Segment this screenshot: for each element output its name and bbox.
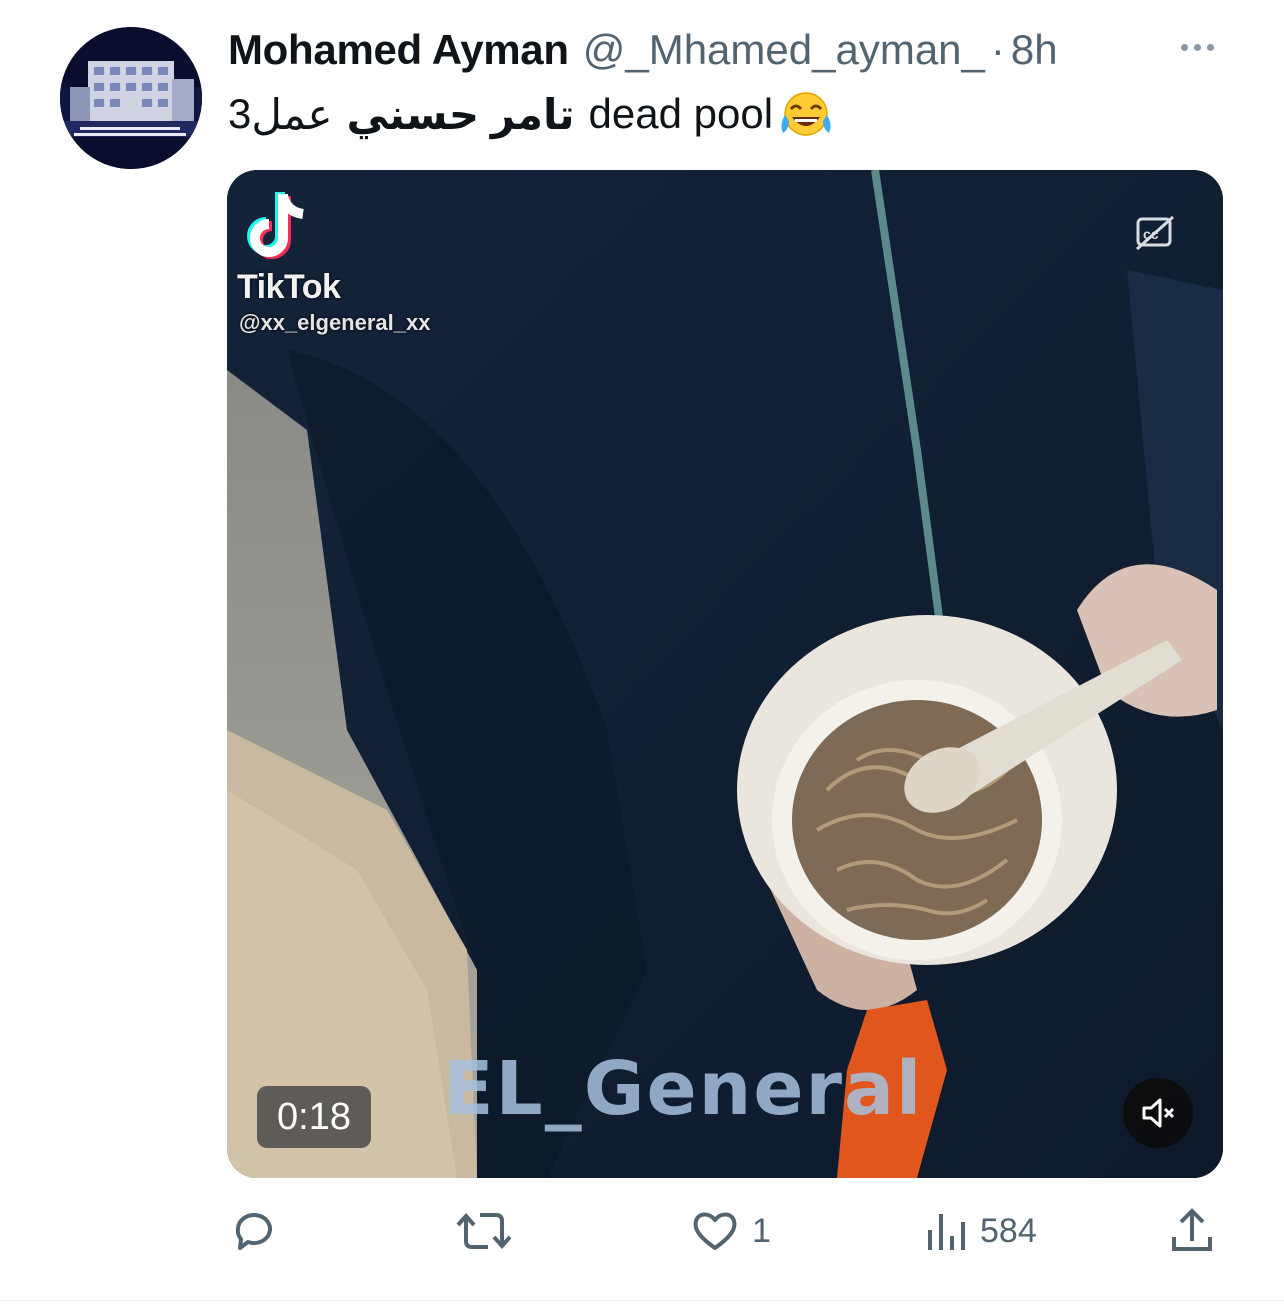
video-watermark: EL_General [443, 1046, 924, 1132]
like-count: 1 [752, 1211, 771, 1250]
views-count: 584 [980, 1211, 1037, 1250]
divider [0, 1300, 1284, 1301]
mute-button[interactable] [1123, 1078, 1193, 1148]
text-arabic-bold: تامر حسني [346, 90, 575, 138]
share-icon [1172, 1208, 1212, 1251]
action-bar: 1 584 [0, 1196, 1284, 1266]
more-button[interactable] [1172, 32, 1222, 62]
more-icon-dot [1193, 43, 1201, 51]
video-duration: 0:18 [257, 1086, 371, 1148]
tiktok-username: @xx_elgeneral_xx [239, 310, 431, 335]
reply-icon [235, 1213, 272, 1250]
mute-icon [1142, 1098, 1175, 1128]
share-button[interactable] [1168, 1196, 1216, 1266]
handle[interactable]: @_Mhamed_ayman_ [583, 26, 985, 74]
video-player[interactable]: TikTok @xx_elgeneral_xx cc EL_General 0:… [227, 170, 1223, 1178]
text-digit: 3 [228, 90, 252, 137]
views-button[interactable]: 584 [924, 1196, 1037, 1266]
more-icon-dot [1206, 43, 1214, 51]
retweet-button[interactable] [454, 1196, 526, 1266]
tweet-header: Mohamed Ayman @_Mhamed_ayman_ · 8h [228, 22, 1058, 78]
more-icon [1180, 43, 1188, 51]
tweet-text: 3 عمل تامر حسني dead pool [228, 84, 835, 144]
avatar[interactable] [60, 27, 202, 169]
separator-dot: · [990, 26, 1005, 73]
tiktok-logo-icon [247, 192, 304, 259]
text-english: dead pool [588, 90, 774, 137]
tiktok-brand: TikTok [237, 268, 341, 306]
like-button[interactable]: 1 [690, 1196, 771, 1266]
views-icon [928, 1214, 965, 1250]
retweet-icon [456, 1212, 512, 1250]
tweet[interactable]: Mohamed Ayman @_Mhamed_ayman_ · 8h 3 عمل ت… [0, 0, 1284, 1315]
display-name[interactable]: Mohamed Ayman [228, 26, 569, 74]
timestamp[interactable]: 8h [1011, 26, 1058, 74]
cc-icon[interactable]: cc [1135, 214, 1177, 252]
like-icon [693, 1212, 737, 1250]
text-arabic-regular: عمل [251, 90, 333, 138]
avatar-image [60, 27, 202, 169]
laughing-emoji-icon [781, 92, 831, 136]
reply-button[interactable] [228, 1196, 292, 1266]
